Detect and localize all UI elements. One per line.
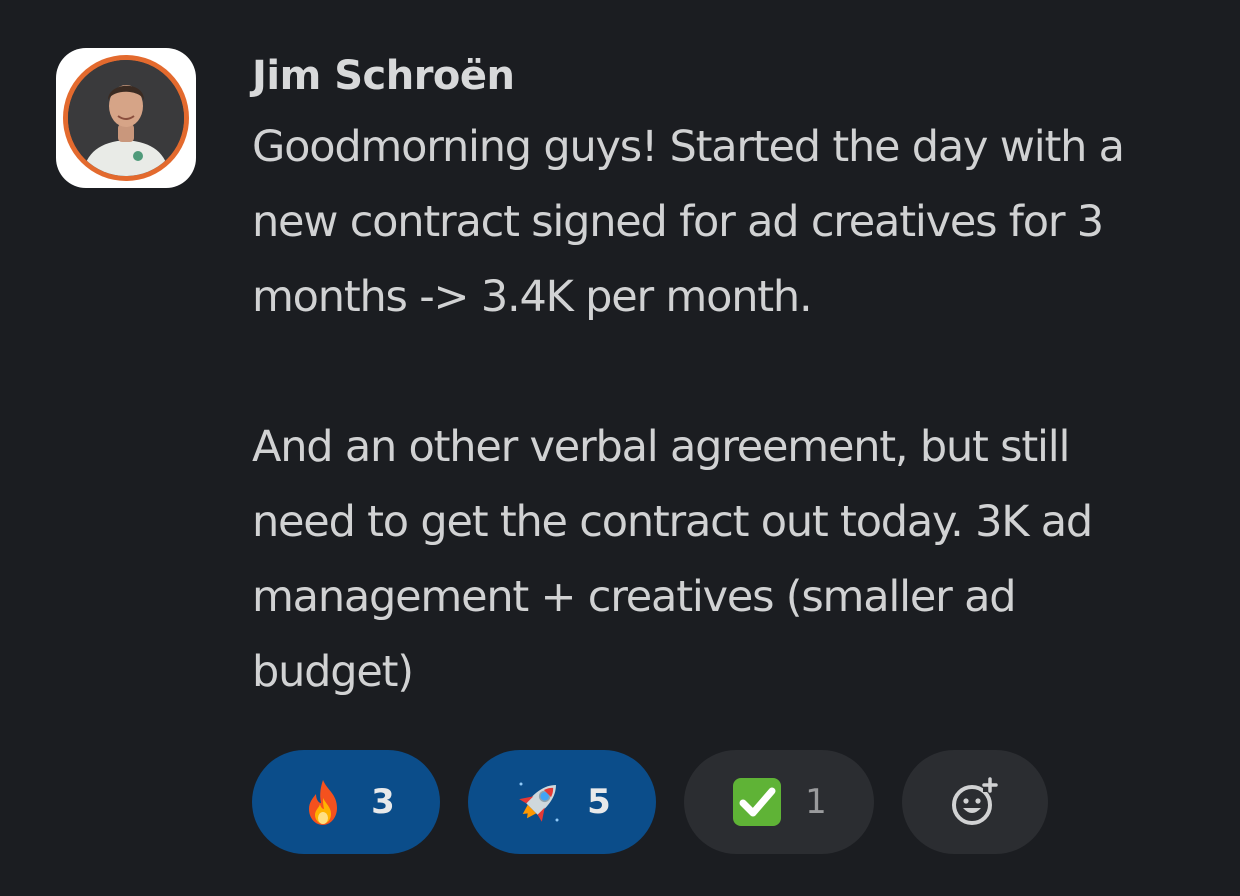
reactions-bar: 3 5 1 [252, 750, 1048, 854]
rocket-icon [519, 782, 559, 822]
reaction-fire[interactable]: 3 [252, 750, 440, 854]
avatar-ring [63, 55, 189, 181]
add-reaction-button[interactable] [902, 750, 1048, 854]
reaction-check[interactable]: 1 [684, 750, 874, 854]
check-mark-icon [733, 778, 782, 826]
add-reaction-icon [952, 777, 998, 825]
reaction-count: 5 [587, 782, 611, 822]
reaction-count: 3 [371, 782, 395, 822]
avatar[interactable] [56, 48, 196, 188]
reaction-count: 1 [805, 782, 827, 822]
avatar-photo [68, 60, 184, 176]
person-portrait-icon [68, 60, 184, 176]
message-line: months -> 3.4K per month. [252, 272, 813, 322]
message-author[interactable]: Jim Schroën [252, 50, 515, 102]
message-line: Goodmorning guys! Started the day with a [252, 122, 1125, 172]
message-line: And an other verbal agreement, but still [252, 422, 1070, 472]
fire-icon [309, 780, 338, 825]
message-line: management + creatives (smaller ad [252, 572, 1017, 622]
reaction-rocket[interactable]: 5 [468, 750, 656, 854]
message-line: new contract signed for ad creatives for… [252, 197, 1104, 247]
message-body: Goodmorning guys! Started the day with a… [252, 110, 1212, 710]
message-line: budget) [252, 647, 414, 697]
message: Jim Schroën Goodmorning guys! Started th… [0, 0, 1240, 896]
message-line: need to get the contract out today. 3K a… [252, 497, 1093, 547]
